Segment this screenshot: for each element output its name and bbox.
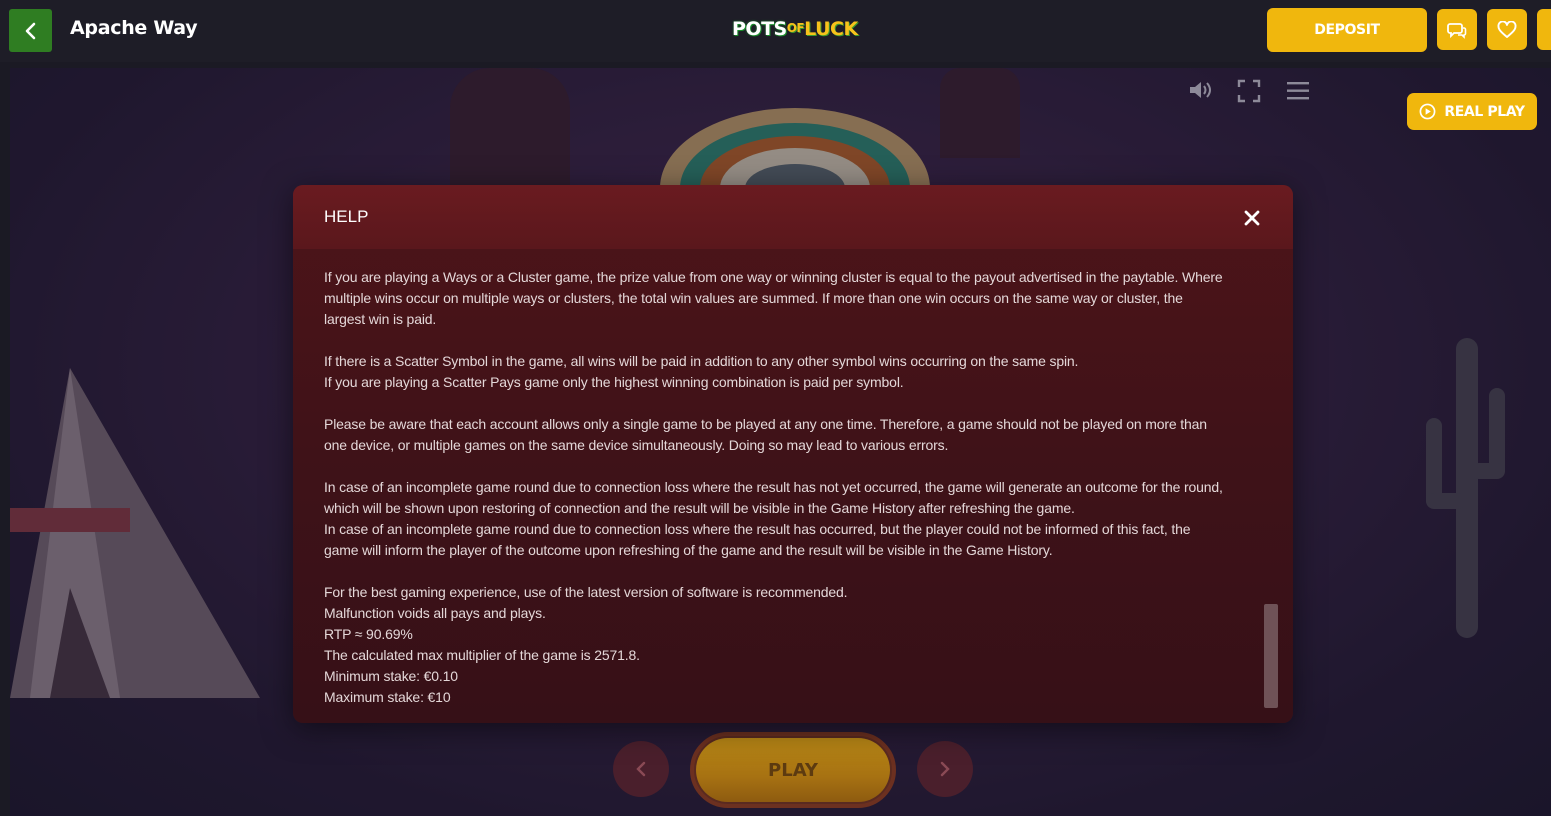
favorite-button[interactable] bbox=[1487, 9, 1527, 50]
play-button[interactable]: PLAY bbox=[690, 732, 896, 808]
close-button[interactable] bbox=[1239, 205, 1265, 231]
help-line: Please be aware that each account allows… bbox=[324, 416, 1207, 432]
max-multiplier-line: The calculated max multiplier of the gam… bbox=[324, 647, 640, 663]
real-play-label: REAL PLAY bbox=[1444, 103, 1525, 120]
chevron-right-icon bbox=[940, 761, 950, 777]
deposit-button[interactable]: DEPOSIT bbox=[1267, 8, 1427, 52]
chat-button[interactable] bbox=[1437, 9, 1477, 50]
help-paragraph: If you are playing a Ways or a Cluster g… bbox=[324, 267, 1254, 330]
help-line: If you are playing a Scatter Pays game o… bbox=[324, 374, 904, 390]
help-paragraph: In case of an incomplete game round due … bbox=[324, 477, 1254, 561]
help-line: one device, or multiple games on the sam… bbox=[324, 437, 949, 453]
real-play-button[interactable]: REAL PLAY bbox=[1407, 93, 1537, 130]
help-content: If you are playing a Ways or a Cluster g… bbox=[324, 267, 1254, 723]
site-logo[interactable]: POTSOFLUCK bbox=[732, 18, 858, 40]
play-circle-icon bbox=[1419, 103, 1436, 120]
help-paragraph: For the best gaming experience, use of t… bbox=[324, 582, 1254, 708]
help-line: In case of an incomplete game round due … bbox=[324, 521, 1191, 537]
help-line: If you are playing a Ways or a Cluster g… bbox=[324, 269, 1223, 285]
chevron-left-icon bbox=[25, 22, 35, 39]
speaker-icon[interactable] bbox=[1188, 80, 1214, 100]
help-dialog-header: HELP bbox=[293, 185, 1293, 249]
hamburger-menu-icon[interactable] bbox=[1286, 81, 1310, 101]
next-button[interactable] bbox=[917, 741, 973, 797]
chat-icon bbox=[1447, 22, 1467, 39]
help-dialog: HELP If you are playing a Ways or a Clus… bbox=[293, 185, 1293, 723]
heart-icon bbox=[1497, 20, 1517, 38]
close-icon bbox=[1244, 210, 1260, 226]
help-line: Malfunction voids all pays and plays. bbox=[324, 605, 546, 621]
back-button[interactable] bbox=[9, 9, 52, 52]
help-title: HELP bbox=[324, 207, 369, 226]
chevron-left-icon bbox=[636, 761, 646, 777]
rtp-line: RTP ≈ 90.69% bbox=[324, 626, 413, 642]
logo-part-luck: LUCK bbox=[804, 18, 858, 40]
help-paragraph: Please be aware that each account allows… bbox=[324, 414, 1254, 456]
help-line: If there is a Scatter Symbol in the game… bbox=[324, 353, 1079, 369]
account-button[interactable] bbox=[1537, 9, 1551, 50]
game-title: Apache Way bbox=[70, 17, 198, 39]
logo-part-of: OF bbox=[786, 21, 805, 35]
scrollbar-thumb[interactable] bbox=[1264, 604, 1278, 708]
help-line: For the best gaming experience, use of t… bbox=[324, 584, 848, 600]
help-line: game will inform the player of the outco… bbox=[324, 542, 1053, 558]
help-paragraph: If there is a Scatter Symbol in the game… bbox=[324, 351, 1254, 393]
logo-part-pots: POTS bbox=[732, 18, 787, 40]
help-line: multiple wins occur on multiple ways or … bbox=[324, 290, 1183, 306]
help-line: which will be shown upon restoring of co… bbox=[324, 500, 1075, 516]
max-stake-line: Maximum stake: €10 bbox=[324, 689, 451, 705]
help-line: largest win is paid. bbox=[324, 311, 437, 327]
previous-button[interactable] bbox=[613, 741, 669, 797]
top-bar: Apache Way POTSOFLUCK DEPOSIT bbox=[0, 0, 1551, 62]
fullscreen-icon[interactable] bbox=[1237, 79, 1261, 103]
min-stake-line: Minimum stake: €0.10 bbox=[324, 668, 458, 684]
help-line: In case of an incomplete game round due … bbox=[324, 479, 1223, 495]
play-label: PLAY bbox=[696, 738, 890, 802]
